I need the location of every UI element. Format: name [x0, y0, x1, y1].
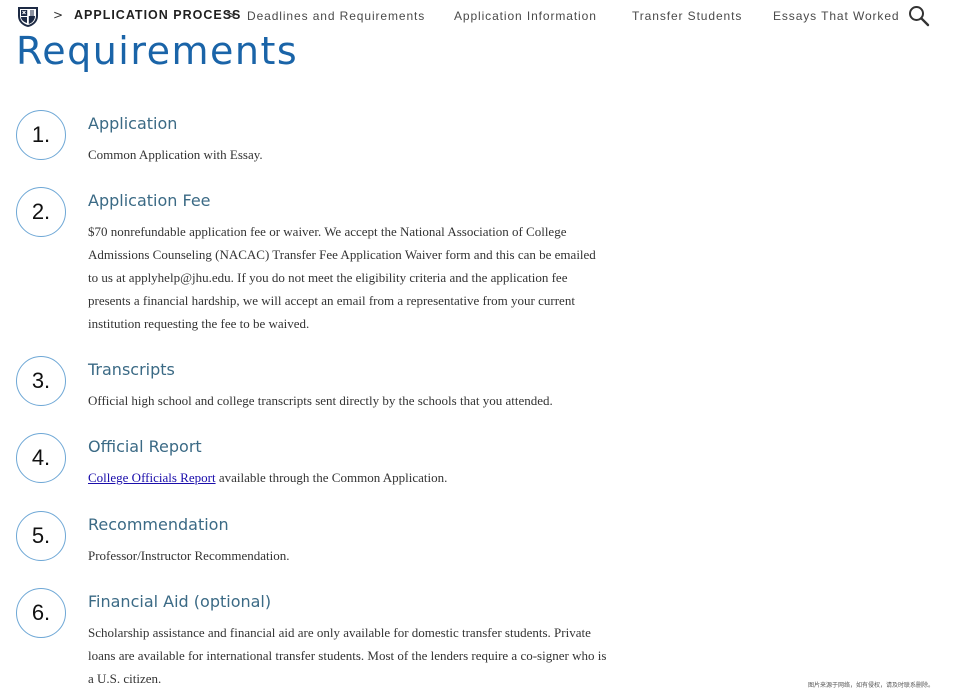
step-title-official-report: Official Report [88, 437, 202, 456]
step-body-application: Common Application with Essay. [88, 147, 263, 162]
step-number-badge: 2. [16, 187, 66, 237]
image-source-watermark: 图片来源于网络，如有侵权，请及时联系删除。 [808, 682, 935, 689]
step-body-official-report-text: available through the Common Application… [215, 470, 448, 485]
step-body-application-fee: $70 nonrefundable application fee or wai… [88, 224, 596, 331]
step-body-official-report: College Officials Report available throu… [88, 466, 608, 489]
college-officials-report-link[interactable]: College Officials Report [88, 470, 216, 485]
step-title-recommendation: Recommendation [88, 515, 229, 534]
step-body-recommendation: Professor/Instructor Recommendation. [88, 548, 290, 563]
step-title-application: Application [88, 114, 178, 133]
nav-link-essays-that-worked[interactable]: Essays That Worked [773, 9, 899, 23]
chevron-right-icon: > [53, 8, 64, 22]
step-number-badge: 3. [16, 356, 66, 406]
search-icon[interactable] [907, 4, 931, 28]
breadcrumb-current-section[interactable]: APPLICATION PROCESS [74, 8, 241, 22]
step-body-financial-aid: Scholarship assistance and financial aid… [88, 625, 607, 686]
step-title-transcripts: Transcripts [88, 360, 175, 379]
step-title-application-fee: Application Fee [88, 191, 211, 210]
step-number-badge: 1. [16, 110, 66, 160]
step-body-transcripts: Official high school and college transcr… [88, 393, 553, 408]
nav-link-application-information[interactable]: Application Information [454, 9, 597, 23]
university-shield-logo-icon[interactable] [16, 4, 40, 28]
page-title: Requirements [16, 29, 299, 73]
step-number-badge: 5. [16, 511, 66, 561]
nav-link-transfer-students[interactable]: Transfer Students [632, 9, 742, 23]
step-number-badge: 6. [16, 588, 66, 638]
step-number-badge: 4. [16, 433, 66, 483]
step-title-financial-aid: Financial Aid (optional) [88, 592, 272, 611]
nav-link-deadlines[interactable]: Deadlines and Requirements [247, 9, 425, 23]
chevron-right-icon: > [226, 8, 237, 22]
